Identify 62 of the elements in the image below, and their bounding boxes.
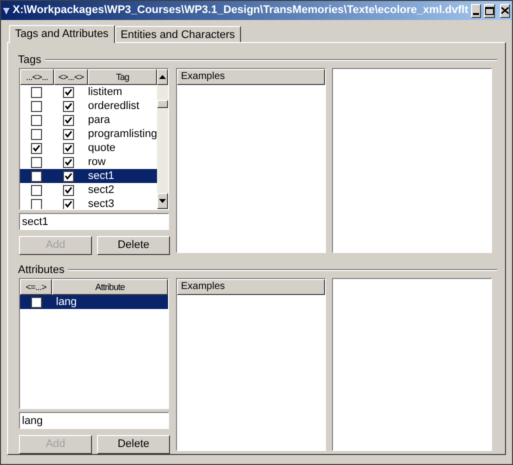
checkbox[interactable] [30, 142, 42, 154]
up-arrow-icon[interactable] [159, 75, 166, 79]
checkbox[interactable] [30, 170, 42, 182]
list-row[interactable]: programlisting [20, 127, 158, 141]
column-header[interactable]: Examples [177, 279, 325, 295]
list-row[interactable]: quote [20, 141, 158, 155]
column-header[interactable]: Tag [88, 69, 158, 85]
tag-name: sect1 [87, 169, 114, 183]
list-row[interactable]: sect3 [20, 197, 158, 209]
tag-input-field[interactable]: sect1 [19, 213, 169, 230]
checkbox[interactable] [62, 114, 74, 126]
list-row[interactable]: sect2 [20, 183, 158, 197]
checkbox[interactable] [30, 198, 42, 209]
checkbox[interactable] [62, 128, 74, 140]
attribute-input-field[interactable]: lang [19, 412, 169, 429]
checkbox[interactable] [30, 156, 42, 168]
checkbox[interactable] [30, 86, 42, 98]
close-button[interactable] [500, 4, 510, 18]
list-row[interactable]: listitem [20, 85, 158, 99]
checkbox[interactable] [62, 184, 74, 196]
tag-name: sect3 [87, 197, 114, 209]
list-row[interactable]: lang [20, 295, 168, 309]
scroll-thumb[interactable] [157, 100, 168, 108]
checkbox[interactable] [62, 198, 74, 209]
tab[interactable]: Tags and Attributes [9, 25, 115, 43]
checkbox[interactable] [62, 100, 74, 112]
minimize-button[interactable] [471, 4, 481, 18]
maximize-button[interactable] [484, 4, 495, 18]
tag-name: programlisting [87, 127, 158, 141]
checkbox[interactable] [30, 114, 42, 126]
tab[interactable]: Entities and Characters [114, 26, 241, 42]
checkbox[interactable] [62, 156, 74, 168]
group-label: Attributes [18, 262, 64, 278]
checkbox[interactable] [30, 128, 42, 140]
column-header[interactable]: Attribute [52, 279, 168, 295]
attribute-name: lang [55, 295, 77, 309]
checkbox[interactable] [30, 184, 42, 196]
checkbox[interactable] [30, 296, 42, 308]
scrollbar[interactable] [157, 69, 168, 209]
column-header[interactable]: Examples [177, 69, 325, 85]
window-title: X:\Workpackages\WP3_Courses\WP3.1_Design\TransMemories\Texte\ecolore_xml.dvflt [12, 3, 468, 18]
list-row[interactable]: sect1 [20, 169, 158, 183]
tag-name: quote [87, 141, 116, 155]
down-arrow-icon[interactable] [159, 199, 166, 203]
checkbox[interactable] [62, 86, 74, 98]
delete-button[interactable]: Delete [97, 236, 170, 255]
column-header[interactable]: <>...<> [54, 69, 88, 85]
list-row[interactable]: orderedlist [20, 99, 158, 113]
tag-name: orderedlist [87, 99, 140, 113]
list-row[interactable]: para [20, 113, 158, 127]
checkbox[interactable] [30, 100, 42, 112]
list-row[interactable]: row [20, 155, 158, 169]
tag-name: row [87, 155, 106, 169]
tag-name: para [87, 113, 110, 127]
group-label: Tags [18, 52, 42, 68]
checkbox[interactable] [62, 170, 74, 182]
checkbox[interactable] [62, 142, 74, 154]
column-header[interactable]: <=...> [20, 279, 52, 295]
tag-name: sect2 [87, 183, 114, 197]
column-header[interactable]: ...<>... [20, 69, 54, 85]
delete-button[interactable]: Delete [97, 435, 170, 454]
tag-name: listitem [87, 85, 122, 99]
